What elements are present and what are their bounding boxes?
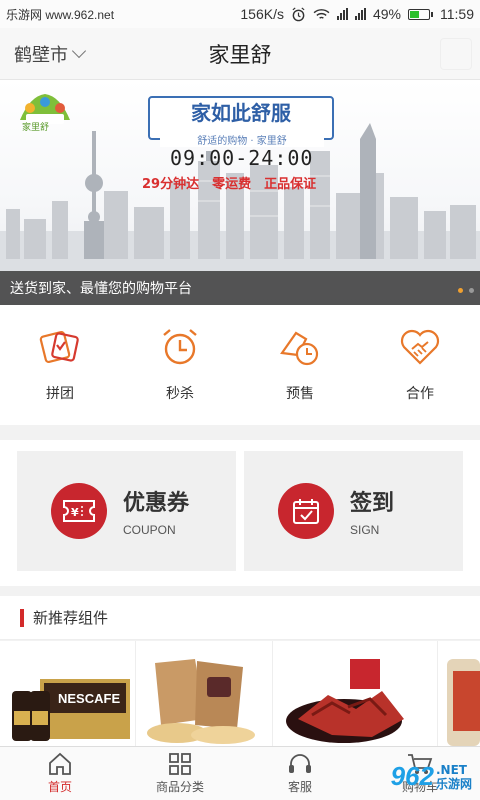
tab-home[interactable]: 首页 [0, 747, 120, 800]
coupon-title: 优惠券 [123, 491, 190, 516]
sign-in-title: 签到 [350, 491, 395, 516]
product-card[interactable]: NESCAFE [0, 641, 136, 746]
alarm-clock-icon [163, 329, 197, 365]
quick-action-presale[interactable]: 预售 [240, 305, 360, 425]
tab-categories[interactable]: 商品分类 [120, 747, 240, 800]
logo-text: 家里舒 [22, 123, 50, 133]
calendar-check-icon [278, 483, 334, 539]
home-icon [49, 752, 71, 775]
sign-in-card[interactable]: 签到 SIGN [244, 451, 463, 571]
presale-clock-icon [280, 331, 319, 366]
feature-cards: ¥ 优惠券 COUPON 签到 SIGN [0, 440, 480, 586]
signal-icon-2 [354, 8, 366, 20]
banner-caption: 送货到家、最懂您的购物平台 [10, 281, 192, 297]
carousel-dot[interactable] [469, 288, 474, 293]
opening-hours: 09:00-24:00 [170, 146, 314, 170]
tab-label: 客服 [287, 780, 312, 794]
product-carousel: NESCAFE [0, 641, 480, 746]
coupon-subtitle: COUPON [123, 523, 176, 537]
carousel-indicator [458, 288, 474, 293]
headset-icon [289, 754, 311, 773]
section-accent-bar [20, 608, 24, 627]
carousel-dot[interactable] [458, 288, 463, 293]
promo-banner[interactable]: 家里舒 家如此舒服 舒适的购物 · 家里舒 09:00-24:00 29分钟达 … [0, 80, 480, 305]
network-speed: 156K/s [240, 6, 284, 22]
banner-caption-bar: 送货到家、最懂您的购物平台 [0, 271, 480, 305]
clock: 11:59 [440, 6, 474, 22]
quick-actions: 拼团 秒杀 预售 合作 [0, 305, 480, 425]
tab-label: 商品分类 [155, 780, 204, 794]
coupon-card[interactable]: ¥ 优惠券 COUPON [17, 451, 236, 571]
tab-label: 首页 [47, 780, 72, 794]
signal-icon [336, 8, 348, 20]
app-header: 鹤壁市 家里舒 [0, 28, 480, 80]
status-carrier: 乐游网 www.962.net [6, 7, 115, 22]
slogan-sub: 舒适的购物 · 家里舒 [160, 132, 324, 147]
cracker-product-image [147, 659, 255, 744]
wifi-icon [313, 8, 330, 19]
page-title: 家里舒 [208, 42, 272, 67]
watermark-logo: 962 [390, 761, 434, 791]
header-action-button[interactable] [440, 37, 472, 70]
coffee-product-image: NESCAFE [12, 679, 130, 741]
quick-action-label: 秒杀 [166, 386, 194, 402]
quick-action-flash-sale[interactable]: 秒杀 [120, 305, 240, 425]
slogan-main: 家如此舒服 [191, 101, 291, 125]
status-bar: 乐游网 www.962.net 156K/s 49% 11:59 [0, 0, 480, 28]
svg-text:¥: ¥ [71, 506, 79, 519]
snack-product-image [447, 659, 480, 746]
svg-text:NESCAFE: NESCAFE [58, 691, 120, 706]
sign-in-subtitle: SIGN [350, 523, 380, 537]
battery-icon [408, 8, 433, 20]
dried-meat-product-image [286, 659, 404, 743]
tab-customer-service[interactable]: 客服 [240, 747, 360, 800]
product-card[interactable] [137, 641, 273, 746]
service-promises: 29分钟达 零运费 正品保证 [142, 177, 317, 192]
quick-action-group-buy[interactable]: 拼团 [0, 305, 120, 425]
quick-action-label: 合作 [406, 386, 434, 402]
product-card[interactable] [274, 641, 438, 746]
alarm-icon [292, 6, 305, 21]
watermark-line1: .NET [435, 762, 467, 777]
section-title: 新推荐组件 [33, 609, 109, 627]
grid-icon [169, 753, 191, 775]
section-header: 新推荐组件 [0, 596, 480, 640]
quick-action-label: 预售 [286, 386, 314, 402]
coupon-icon: ¥ [51, 483, 107, 539]
battery-percent: 49% [372, 6, 401, 22]
group-buy-icon [39, 331, 79, 363]
handshake-icon [400, 329, 440, 365]
quick-action-cooperation[interactable]: 合作 [360, 305, 480, 425]
site-watermark: 962 .NET 乐游网 [391, 761, 472, 792]
product-card[interactable] [439, 641, 480, 746]
watermark-line2: 乐游网 [435, 776, 472, 791]
quick-action-label: 拼团 [46, 386, 74, 402]
